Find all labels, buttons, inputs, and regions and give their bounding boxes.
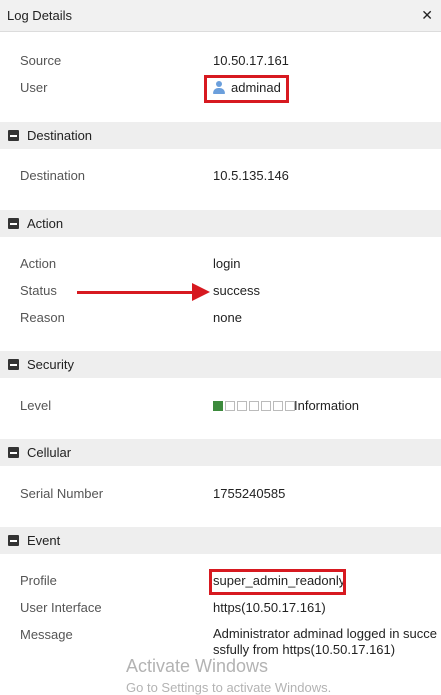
- section-event-label: Event: [27, 533, 61, 548]
- section-cellular[interactable]: Cellular: [0, 439, 441, 466]
- section-cellular-label: Cellular: [27, 445, 72, 460]
- title-bar: Log Details ✕: [0, 0, 441, 32]
- level-value: Information: [294, 398, 360, 413]
- level-segment: [273, 401, 283, 411]
- serial-value: 1755240585: [213, 486, 286, 501]
- close-icon[interactable]: ✕: [421, 7, 433, 24]
- action-label: Action: [20, 256, 57, 271]
- level-segment: [249, 401, 259, 411]
- user-interface-label: User Interface: [20, 600, 102, 615]
- user-interface-row: User Interface https(10.50.17.161): [0, 598, 441, 618]
- profile-label: Profile: [20, 573, 57, 588]
- section-destination[interactable]: Destination: [0, 122, 441, 149]
- message-value: Administrator adminad logged in succe ss…: [213, 626, 441, 658]
- reason-row: Reason none: [0, 308, 441, 328]
- serial-label: Serial Number: [20, 486, 104, 501]
- section-action-label: Action: [27, 216, 64, 231]
- section-destination-label: Destination: [27, 128, 93, 143]
- level-segment: [225, 401, 235, 411]
- window-title: Log Details: [7, 8, 73, 23]
- reason-label: Reason: [20, 310, 65, 325]
- annotation-arrow-icon: [192, 283, 210, 301]
- section-event[interactable]: Event: [0, 527, 441, 554]
- level-label: Level: [20, 398, 52, 413]
- destination-value: 10.5.135.146: [213, 168, 289, 183]
- user-highlight-box: [204, 75, 289, 103]
- source-row: Source 10.50.17.161: [0, 51, 441, 71]
- status-label: Status: [20, 283, 57, 298]
- level-segment: [213, 401, 223, 411]
- status-row: Status success: [0, 281, 441, 301]
- destination-row: Destination 10.5.135.146: [0, 166, 441, 186]
- user-interface-value: https(10.50.17.161): [213, 600, 326, 615]
- activation-watermark: Activate Windows Go to Settings to activ…: [126, 656, 331, 695]
- reason-value: none: [213, 310, 242, 325]
- action-row: Action login: [0, 254, 441, 274]
- source-label: Source: [20, 53, 62, 68]
- annotation-arrow-shaft: [77, 291, 195, 294]
- section-security-label: Security: [27, 357, 74, 372]
- user-label: User: [20, 80, 48, 95]
- message-line: Administrator adminad logged in succe: [213, 626, 438, 641]
- section-action[interactable]: Action: [0, 210, 441, 237]
- action-value: login: [213, 256, 241, 271]
- collapse-icon[interactable]: [8, 130, 19, 141]
- watermark-title: Activate Windows: [126, 656, 269, 676]
- level-segment: [261, 401, 271, 411]
- collapse-icon[interactable]: [8, 218, 19, 229]
- section-security[interactable]: Security: [0, 351, 441, 378]
- message-label: Message: [20, 627, 73, 642]
- status-value: success: [213, 283, 260, 298]
- profile-highlight-box: [209, 569, 346, 595]
- level-segment: [237, 401, 247, 411]
- level-meter: [213, 401, 295, 411]
- collapse-icon[interactable]: [8, 535, 19, 546]
- level-row: Level Information: [0, 396, 441, 416]
- source-value: 10.50.17.161: [213, 53, 289, 68]
- serial-row: Serial Number 1755240585: [0, 484, 441, 504]
- collapse-icon[interactable]: [8, 359, 19, 370]
- destination-label: Destination: [20, 168, 86, 183]
- collapse-icon[interactable]: [8, 447, 19, 458]
